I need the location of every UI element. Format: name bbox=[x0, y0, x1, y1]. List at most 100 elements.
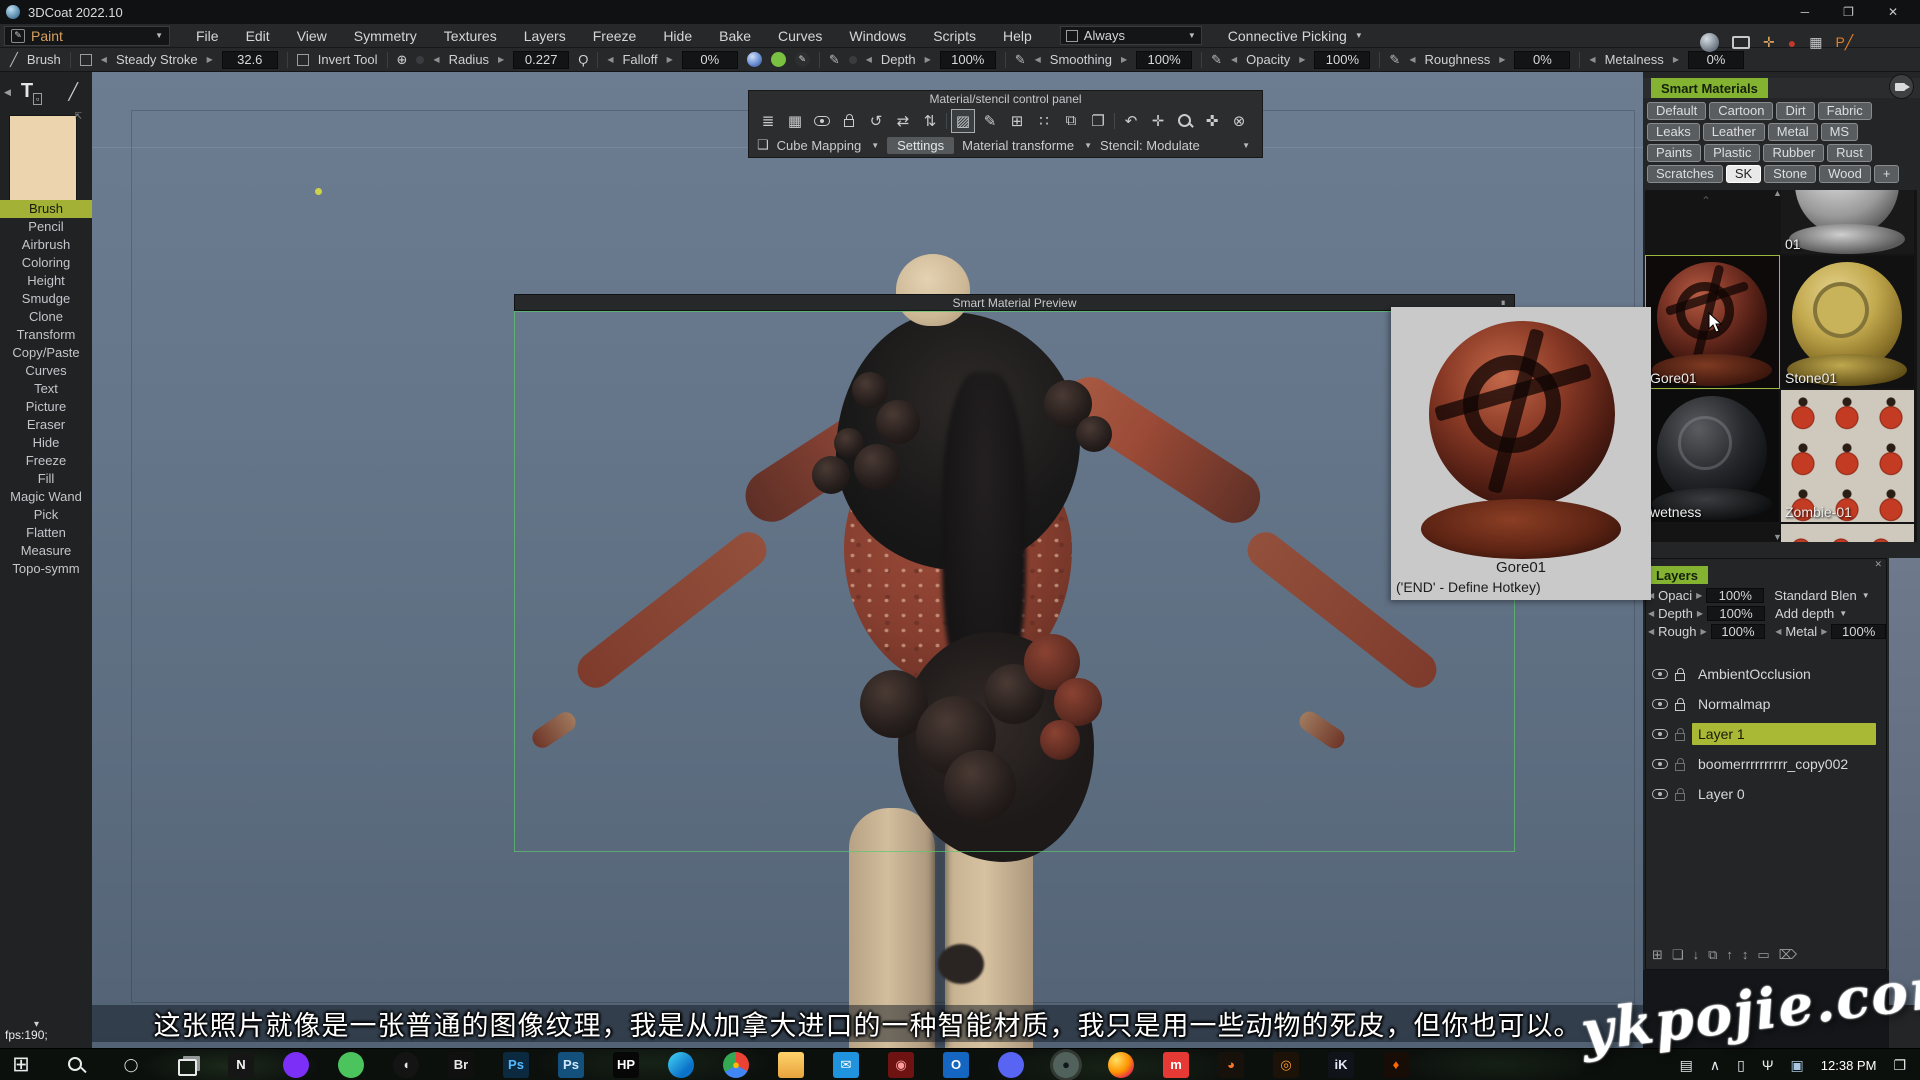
menu-item[interactable]: Curves bbox=[778, 28, 822, 44]
delete-layer-icon[interactable]: ⌦ bbox=[1779, 947, 1797, 963]
material-category-tab[interactable]: Stone bbox=[1764, 165, 1816, 183]
material-category-tab[interactable]: Metal bbox=[1768, 123, 1818, 141]
chevron-down-icon[interactable]: ▼ bbox=[1084, 141, 1092, 150]
sphere-target-icon[interactable]: ⊕ bbox=[397, 52, 408, 68]
spin-left-icon[interactable]: ◀ bbox=[1035, 55, 1041, 64]
menu-item[interactable]: Freeze bbox=[593, 28, 637, 44]
add-layer-icon[interactable]: ⊞ bbox=[1652, 947, 1663, 963]
curve-pencil-icon[interactable]: ✎ bbox=[1389, 52, 1400, 68]
spin-left-icon[interactable]: ◀ bbox=[607, 55, 613, 64]
menu-item[interactable]: File bbox=[196, 28, 219, 44]
search-icon[interactable] bbox=[63, 1052, 89, 1078]
spin-left-icon[interactable]: ◀ bbox=[1231, 55, 1237, 64]
always-checkbox[interactable] bbox=[1066, 30, 1078, 42]
pan-icon[interactable]: ✜ bbox=[1201, 110, 1223, 132]
firefox-icon[interactable] bbox=[1108, 1052, 1134, 1078]
tool-item[interactable]: Measure bbox=[0, 542, 92, 560]
spin-left-icon[interactable]: ◀ bbox=[101, 55, 107, 64]
spin-left-icon[interactable]: ◀ bbox=[1648, 609, 1654, 618]
tool-item[interactable]: Topo-symm bbox=[0, 560, 92, 578]
zoom-icon[interactable] bbox=[1174, 110, 1196, 132]
close-button[interactable]: ✕ bbox=[1888, 5, 1898, 19]
spin-left-icon[interactable]: ◀ bbox=[1409, 55, 1415, 64]
paint-tools-icon[interactable]: ✛ bbox=[1763, 34, 1775, 51]
material-category-tab[interactable]: Rust bbox=[1827, 144, 1872, 162]
hp-icon[interactable]: HP bbox=[613, 1052, 639, 1078]
flame-app-icon[interactable]: ♦ bbox=[1383, 1052, 1409, 1078]
spin-right-icon[interactable]: ▶ bbox=[1696, 591, 1702, 600]
layers-tab[interactable]: Layers bbox=[1646, 566, 1708, 584]
lock-icon[interactable] bbox=[1675, 763, 1685, 771]
tool-item[interactable]: Clone bbox=[0, 308, 92, 326]
tool-item[interactable]: Airbrush bbox=[0, 236, 92, 254]
depth-sphere-icon[interactable] bbox=[747, 52, 762, 67]
bridge-icon[interactable]: Br bbox=[448, 1052, 474, 1078]
taskbar-clock[interactable]: 12:38 PM bbox=[1821, 1058, 1877, 1073]
curve-pencil-icon[interactable]: ✎ bbox=[1211, 52, 1222, 68]
visibility-eye-icon[interactable] bbox=[1652, 669, 1668, 679]
material-category-tab[interactable]: Fabric bbox=[1818, 102, 1872, 120]
undo-icon[interactable]: ↶ bbox=[1120, 110, 1142, 132]
text-tool-icon[interactable]: T▫ bbox=[21, 80, 42, 104]
start-button[interactable]: ⊞ bbox=[8, 1052, 34, 1078]
invert-tool-checkbox[interactable] bbox=[297, 54, 309, 66]
divider[interactable] bbox=[1114, 113, 1115, 129]
opacity-value[interactable]: 100% bbox=[1314, 51, 1370, 69]
material-category-tab[interactable]: Leaks bbox=[1647, 123, 1700, 141]
menu-item[interactable]: Help bbox=[1003, 28, 1032, 44]
falloff-value[interactable]: 0% bbox=[682, 51, 738, 69]
divider[interactable] bbox=[946, 113, 947, 129]
swap-icon[interactable]: ⇄ bbox=[892, 110, 914, 132]
smart-materials-title[interactable]: Smart Materials bbox=[1651, 78, 1768, 98]
visibility-eye-icon[interactable] bbox=[811, 110, 833, 132]
green-app-icon[interactable] bbox=[338, 1052, 364, 1078]
grid-pads-icon[interactable]: ▦ bbox=[1809, 34, 1822, 51]
layer-folder-icon[interactable]: ❏ bbox=[1672, 947, 1684, 963]
material-thumb-zombie01[interactable]: Zombie-01 bbox=[1781, 390, 1914, 522]
menu-item[interactable]: Symmetry bbox=[354, 28, 417, 44]
rotate-icon[interactable]: ↺ bbox=[865, 110, 887, 132]
flip-icon[interactable]: ⇅ bbox=[919, 110, 941, 132]
maximize-button[interactable]: ❐ bbox=[1843, 5, 1854, 19]
chevron-left-icon[interactable]: ◀ bbox=[4, 87, 11, 98]
smoothing-value[interactable]: 100% bbox=[1136, 51, 1192, 69]
layer-row[interactable]: boomerrrrrrrrrr_copy002 bbox=[1648, 749, 1886, 779]
edge-icon[interactable] bbox=[668, 1052, 694, 1078]
material-thumb-wetness[interactable]: wetness bbox=[1646, 390, 1779, 522]
metalness-value[interactable]: 0% bbox=[1688, 51, 1744, 69]
news-widget-icon[interactable]: ▤ bbox=[1680, 1057, 1693, 1074]
smart-material-preview-bar[interactable]: Smart Material Preview ∎ bbox=[514, 294, 1515, 311]
layer-rough-value[interactable]: 100% bbox=[1711, 624, 1766, 639]
picking-mode-dropdown[interactable]: Connective Picking ▼ bbox=[1228, 28, 1363, 44]
stencil-grid-icon[interactable]: ▦ bbox=[784, 110, 806, 132]
depth-value[interactable]: 100% bbox=[940, 51, 996, 69]
material-category-tab[interactable]: Cartoon bbox=[1709, 102, 1773, 120]
freeze-layer-icon[interactable]: ▭ bbox=[1757, 947, 1769, 963]
spin-left-icon[interactable]: ◀ bbox=[866, 55, 872, 64]
navigation-sphere-icon[interactable] bbox=[1700, 33, 1719, 52]
menu-item[interactable]: Bake bbox=[719, 28, 751, 44]
viewport-display-icon[interactable] bbox=[1732, 36, 1750, 49]
export-layer-icon[interactable]: ↑ bbox=[1726, 947, 1733, 963]
record-dot-icon[interactable]: ● bbox=[1788, 35, 1796, 51]
close-circle-icon[interactable]: ⊗ bbox=[1228, 110, 1250, 132]
minimize-button[interactable]: ─ bbox=[1801, 5, 1810, 19]
settings-button[interactable]: Settings bbox=[887, 137, 954, 154]
dribbble-app-icon[interactable]: ◖ bbox=[393, 1052, 419, 1078]
spin-right-icon[interactable]: ▶ bbox=[1697, 609, 1703, 618]
brush-ball-icon[interactable]: ✎ bbox=[795, 52, 810, 67]
ime-icon[interactable]: ▣ bbox=[1791, 1057, 1804, 1074]
visibility-eye-icon[interactable] bbox=[1652, 759, 1668, 769]
lock-icon[interactable] bbox=[1675, 673, 1685, 681]
spin-right-icon[interactable]: ▶ bbox=[207, 55, 213, 64]
scroll-up-icon[interactable]: ▲ bbox=[1773, 190, 1782, 198]
active-app-icon[interactable]: ● bbox=[1053, 1052, 1079, 1078]
material-category-tab[interactable]: Rubber bbox=[1763, 144, 1824, 162]
tool-item[interactable]: Transform bbox=[0, 326, 92, 344]
material-category-tab[interactable]: Leather bbox=[1703, 123, 1765, 141]
notion-icon[interactable]: N bbox=[228, 1052, 254, 1078]
chevron-down-icon[interactable]: ▼ bbox=[871, 141, 879, 150]
curve-pencil-icon[interactable]: ✎ bbox=[1015, 52, 1026, 68]
color-circle-icon[interactable] bbox=[771, 52, 786, 67]
spin-left-icon[interactable]: ◀ bbox=[1589, 55, 1595, 64]
